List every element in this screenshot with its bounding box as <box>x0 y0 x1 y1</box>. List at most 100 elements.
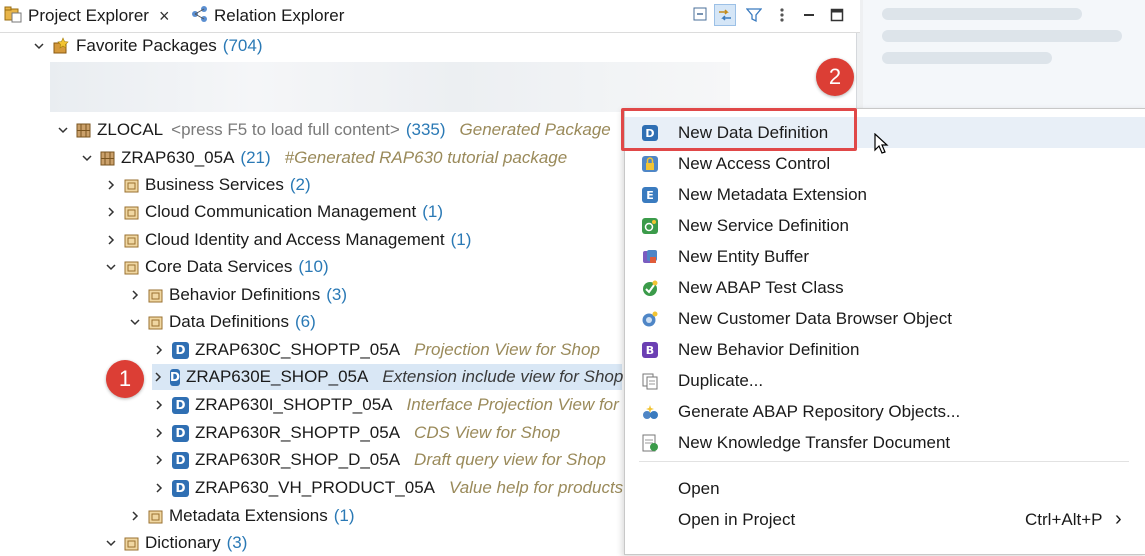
duplicate-icon <box>641 372 659 390</box>
chevron-right-icon[interactable] <box>152 453 166 467</box>
load-hint: <press F5 to load full content> <box>171 120 400 139</box>
chevron-right-icon[interactable] <box>104 178 118 192</box>
tree-node-behavior-definitions[interactable]: Behavior Definitions (3) <box>128 282 347 308</box>
tree-node-label: ZRAP630R_SHOPTP_05A <box>195 423 401 442</box>
context-menu: D New Data Definition New Access Control… <box>624 108 1145 555</box>
chevron-right-icon[interactable] <box>104 233 118 247</box>
menu-item-open[interactable]: Open <box>625 473 1145 504</box>
chevron-right-icon[interactable] <box>152 398 166 412</box>
tab-relation-explorer[interactable]: Relation Explorer <box>190 0 344 32</box>
menu-item-generate-abap-repository-objects[interactable]: Generate ABAP Repository Objects... <box>625 396 1145 427</box>
menu-item-new-abap-test-class[interactable]: New ABAP Test Class <box>625 272 1145 303</box>
tree-node-cloud-identity[interactable]: Cloud Identity and Access Management (1) <box>104 227 471 253</box>
tab-label: Relation Explorer <box>214 6 345 25</box>
data-definition-icon: D <box>172 341 189 359</box>
node-description: Extension include view for Shop <box>382 367 624 386</box>
menu-item-label: Generate ABAP Repository Objects... <box>678 401 961 421</box>
item-count: (1) <box>333 506 355 525</box>
chevron-right-icon[interactable] <box>152 370 164 384</box>
tree-node-core-data-services[interactable]: Core Data Services (10) <box>104 254 329 280</box>
service-definition-icon <box>641 217 659 235</box>
blurred-tree-row <box>50 62 730 112</box>
tree-node-data-definitions[interactable]: Data Definitions (6) <box>128 309 316 335</box>
behavior-definition-icon: B <box>641 341 659 359</box>
tree-node-data-definition[interactable]: D ZRAP630I_SHOPTP_05A Interface Projecti… <box>152 392 635 418</box>
highlight-box <box>621 108 857 151</box>
tree-node-data-definition[interactable]: D ZRAP630R_SHOPTP_05A CDS View for Shop <box>152 420 560 446</box>
collapse-all-icon[interactable] <box>690 4 712 26</box>
chevron-down-icon[interactable] <box>32 39 46 53</box>
generate-icon <box>641 403 659 421</box>
folder-icon <box>148 315 163 330</box>
menu-item-new-customer-data-browser[interactable]: New Customer Data Browser Object <box>625 303 1145 334</box>
tree-node-metadata-extensions[interactable]: Metadata Extensions (1) <box>128 503 355 529</box>
tree-node-cloud-communication[interactable]: Cloud Communication Management (1) <box>104 199 443 225</box>
svg-text:E: E <box>646 189 654 202</box>
tree-node-label: Favorite Packages <box>76 36 217 55</box>
tree-node-data-definition[interactable]: D ZRAP630R_SHOP_D_05A Draft query view f… <box>152 447 606 473</box>
tree-node-zrap630-05a[interactable]: ZRAP630_05A (21) #Generated RAP630 tutor… <box>80 145 567 171</box>
menu-item-new-knowledge-transfer-document[interactable]: New Knowledge Transfer Document <box>625 427 1145 458</box>
menu-item-new-entity-buffer[interactable]: New Entity Buffer <box>625 241 1145 272</box>
folder-icon <box>124 205 139 220</box>
menu-item-label: Open <box>678 478 720 498</box>
maximize-icon[interactable] <box>826 4 848 26</box>
chevron-right-icon[interactable] <box>128 288 142 302</box>
knowledge-transfer-icon <box>641 434 659 452</box>
folder-icon <box>124 178 139 193</box>
tree-node-data-definition-selected[interactable]: D ZRAP630E_SHOP_05A Extension include vi… <box>152 364 624 390</box>
tab-project-explorer[interactable]: Project Explorer × <box>4 0 169 32</box>
node-description: CDS View for Shop <box>414 423 561 442</box>
tree-node-business-services[interactable]: Business Services (2) <box>104 172 311 198</box>
data-definition-icon: D <box>172 479 189 497</box>
item-count: (2) <box>289 175 311 194</box>
project-explorer-icon <box>4 5 22 28</box>
menu-item-label: New Access Control <box>678 153 831 173</box>
chevron-down-icon[interactable] <box>104 536 118 550</box>
menu-item-label: New Knowledge Transfer Document <box>678 432 951 452</box>
chevron-right-icon[interactable] <box>104 205 118 219</box>
chevron-right-icon[interactable] <box>152 426 166 440</box>
link-with-editor-icon[interactable] <box>714 4 736 26</box>
tree-node-favorite-packages[interactable]: Favorite Packages (704) <box>32 33 262 59</box>
item-count: (3) <box>326 285 347 304</box>
tree-node-dictionary[interactable]: Dictionary (3) <box>104 530 247 556</box>
tree-node-label: Data Definitions <box>169 312 290 331</box>
tree-node-label: Metadata Extensions <box>169 506 328 525</box>
menu-item-label: New Customer Data Browser Object <box>678 308 952 328</box>
view-menu-icon[interactable] <box>771 4 793 26</box>
folder-icon <box>124 260 139 275</box>
tree-node-data-definition[interactable]: D ZRAP630_VH_PRODUCT_05A Value help for … <box>152 475 623 501</box>
chevron-right-icon[interactable] <box>152 343 166 357</box>
menu-item-label: New Metadata Extension <box>678 184 867 204</box>
minimize-icon[interactable] <box>798 4 820 26</box>
item-count: (704) <box>222 36 263 55</box>
item-count: (3) <box>226 533 248 552</box>
close-icon[interactable]: × <box>159 6 170 27</box>
chevron-down-icon[interactable] <box>80 151 94 165</box>
tree-node-zlocal[interactable]: ZLOCAL <press F5 to load full content> (… <box>56 117 611 143</box>
favorite-packages-icon <box>52 37 70 55</box>
chevron-right-icon[interactable] <box>128 509 142 523</box>
folder-icon <box>148 288 163 303</box>
tree-node-label: Dictionary <box>145 533 221 552</box>
node-description: Interface Projection View for S <box>406 395 635 414</box>
menu-item-duplicate[interactable]: Duplicate... <box>625 365 1145 396</box>
item-count: (10) <box>298 257 329 276</box>
chevron-down-icon[interactable] <box>104 260 118 274</box>
svg-text:B: B <box>646 344 654 357</box>
relation-explorer-icon <box>190 5 208 28</box>
chevron-down-icon[interactable] <box>128 315 142 329</box>
menu-item-open-in-project[interactable]: Open in Project Ctrl+Alt+P › <box>625 504 1145 535</box>
item-count: (1) <box>450 230 472 249</box>
menu-item-new-service-definition[interactable]: New Service Definition <box>625 210 1145 241</box>
node-description: #Generated RAP630 tutorial package <box>284 148 568 167</box>
item-count: (335) <box>405 120 446 139</box>
menu-item-new-behavior-definition[interactable]: B New Behavior Definition <box>625 334 1145 365</box>
chevron-right-icon[interactable] <box>152 481 166 495</box>
package-icon <box>100 151 115 166</box>
tree-node-data-definition[interactable]: D ZRAP630C_SHOPTP_05A Projection View fo… <box>152 337 600 363</box>
menu-item-new-metadata-extension[interactable]: E New Metadata Extension <box>625 179 1145 210</box>
filter-icon[interactable] <box>743 4 765 26</box>
chevron-down-icon[interactable] <box>56 123 70 137</box>
